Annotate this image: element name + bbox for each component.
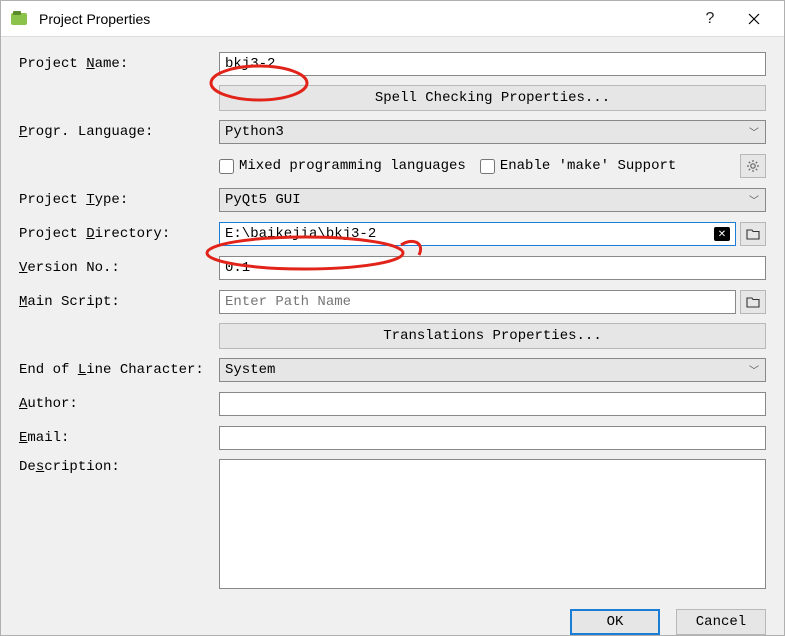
version-no-input[interactable] <box>219 256 766 280</box>
project-directory-input[interactable] <box>219 222 736 246</box>
mixed-lang-checkbox[interactable] <box>219 159 234 174</box>
mixed-lang-checkbox-label[interactable]: Mixed programming languages <box>219 158 466 174</box>
label-author: Author: <box>19 396 219 412</box>
email-input[interactable] <box>219 426 766 450</box>
progr-language-value: Python3 <box>225 124 284 140</box>
translations-button[interactable]: Translations Properties... <box>219 323 766 349</box>
chevron-down-icon: ﹀ <box>749 362 759 378</box>
browse-script-button[interactable] <box>740 290 766 314</box>
titlebar: Project Properties ? <box>1 1 784 37</box>
author-input[interactable] <box>219 392 766 416</box>
dialog-footer: OK Cancel <box>1 603 784 635</box>
main-script-input[interactable] <box>219 290 736 314</box>
enable-make-checkbox-label[interactable]: Enable 'make' Support <box>480 158 676 174</box>
eol-character-select[interactable]: System ﹀ <box>219 358 766 382</box>
chevron-down-icon: ﹀ <box>749 192 759 208</box>
project-type-select[interactable]: PyQt5 GUI ﹀ <box>219 188 766 212</box>
settings-button[interactable] <box>740 154 766 178</box>
eol-character-value: System <box>225 362 275 378</box>
help-button[interactable]: ? <box>688 4 732 34</box>
spell-check-button[interactable]: Spell Checking Properties... <box>219 85 766 111</box>
label-version-no: Version No.: <box>19 260 219 276</box>
label-description: Description: <box>19 459 219 475</box>
label-progr-language: Progr. Language: <box>19 124 219 140</box>
label-email: Email: <box>19 430 219 446</box>
label-eol-character: End of Line Character: <box>19 362 219 378</box>
enable-make-checkbox[interactable] <box>480 159 495 174</box>
ok-button[interactable]: OK <box>570 609 660 635</box>
browse-directory-button[interactable] <box>740 222 766 246</box>
label-project-directory: Project Directory: <box>19 226 219 242</box>
label-main-script: Main Script: <box>19 294 219 310</box>
project-type-value: PyQt5 GUI <box>225 192 301 208</box>
label-project-name: Project Name: <box>19 56 219 72</box>
label-project-type: Project Type: <box>19 192 219 208</box>
project-name-input[interactable] <box>219 52 766 76</box>
clear-icon[interactable]: ✕ <box>714 227 730 241</box>
window-title: Project Properties <box>39 11 688 27</box>
close-button[interactable] <box>732 4 776 34</box>
cancel-button[interactable]: Cancel <box>676 609 766 635</box>
progr-language-select[interactable]: Python3 ﹀ <box>219 120 766 144</box>
description-textarea[interactable] <box>219 459 766 589</box>
chevron-down-icon: ﹀ <box>749 124 759 140</box>
app-icon <box>9 9 29 29</box>
